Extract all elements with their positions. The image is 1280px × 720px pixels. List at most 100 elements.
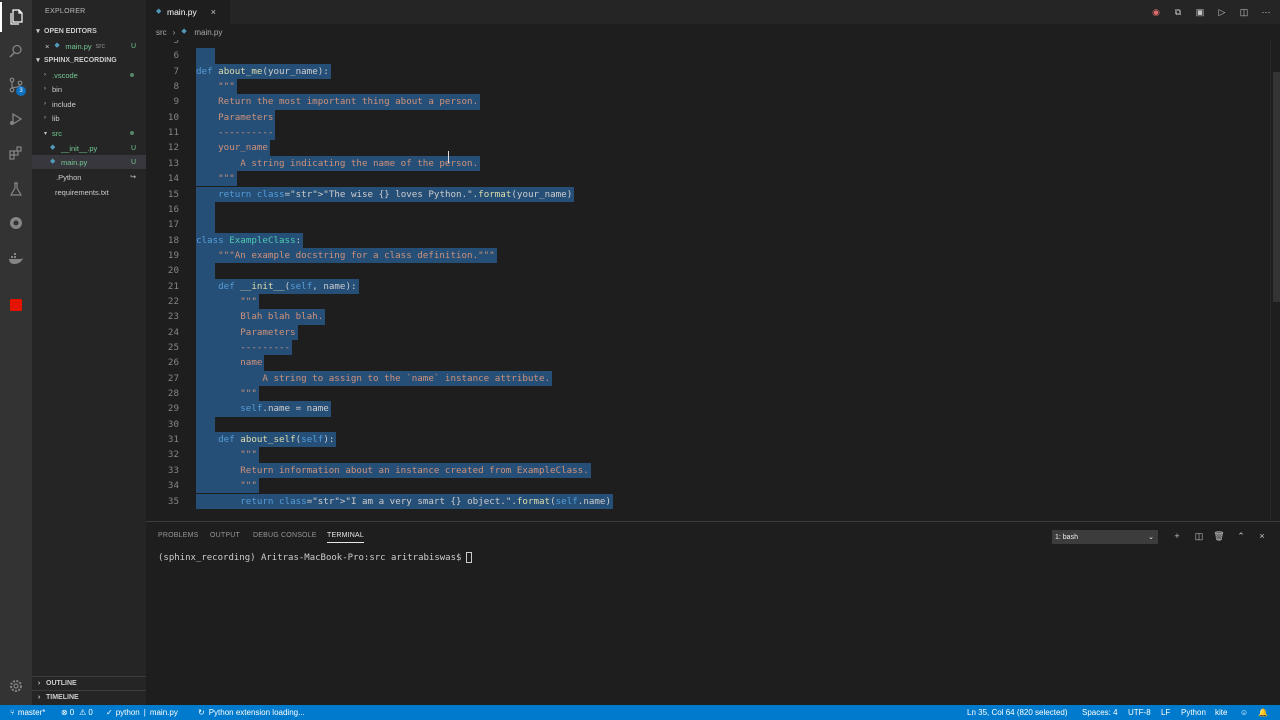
tab-problems[interactable]: PROBLEMS [158, 532, 199, 539]
source-control-icon[interactable]: 3 [0, 70, 32, 100]
preview-icon[interactable]: ▣ [1194, 6, 1206, 18]
split-editor-icon[interactable]: ◫ [1238, 6, 1250, 18]
tree-folder-vscode[interactable]: › .vscode [32, 68, 146, 82]
code-line[interactable]: 23 Blah blah blah. [146, 309, 1270, 325]
branch-indicator[interactable]: ⑂ master* [10, 705, 45, 720]
more-actions-icon[interactable]: ⋯ [1260, 6, 1272, 18]
remote-explorer-icon[interactable] [0, 208, 32, 238]
docker-icon[interactable] [0, 244, 32, 274]
code-line[interactable]: 9 Return the most important thing about … [146, 94, 1270, 110]
extension-loading[interactable]: ↻ Python extension loading... [198, 705, 305, 720]
tab-terminal[interactable]: TERMINAL [327, 532, 364, 543]
code-line[interactable]: 18 class ExampleClass: [146, 232, 1270, 248]
code-line[interactable]: 8 """ [146, 79, 1270, 95]
tree-file-main[interactable]: ◆ main.py U [32, 155, 146, 169]
new-terminal-icon[interactable]: + [1171, 530, 1183, 542]
breadcrumb-folder[interactable]: src [156, 28, 167, 37]
record-icon[interactable]: ◉ [1150, 6, 1162, 18]
open-editors-header[interactable]: ▾ OPEN EDITORS [32, 24, 146, 38]
close-panel-icon[interactable]: × [1256, 530, 1268, 542]
timeline-section[interactable]: › TIMELINE [32, 690, 146, 704]
code-line[interactable]: 16 [146, 201, 1270, 218]
code-line[interactable]: 34 """ [146, 478, 1270, 494]
code-line[interactable]: 35 return class="str">"I am a very smart… [146, 493, 1270, 509]
line-number: 9 [173, 96, 179, 108]
terminal-select[interactable]: 1: bash ⌄ [1052, 530, 1158, 544]
code-line[interactable]: 14 """ [146, 171, 1270, 187]
code-text: """ [196, 79, 237, 95]
interpreter-indicator[interactable]: ✓ python | main.py [106, 705, 178, 720]
code-line[interactable]: 27 A string to assign to the `name` inst… [146, 370, 1270, 387]
recording-stop-icon[interactable] [0, 290, 32, 320]
code-line[interactable]: 33 Return information about an instance … [146, 462, 1270, 479]
tree-folder-src[interactable]: ▾ src [32, 126, 146, 140]
problems-indicator[interactable]: ⊗ 0 ⚠ 0 [61, 705, 93, 720]
code-line[interactable]: 13 A string indicating the name of the p… [146, 155, 1270, 172]
code-line[interactable]: 31 def about_self(self): [146, 432, 1270, 448]
code-line[interactable]: 5 [146, 40, 1270, 48]
feedback-icon[interactable]: ☺ [1240, 705, 1248, 720]
code-line[interactable]: 12 your_name [146, 140, 1270, 156]
terminal-prompt-line[interactable]: (sphinx_recording) Aritras-MacBook-Pro:s… [158, 552, 473, 563]
run-file-icon[interactable]: ▷ [1216, 6, 1228, 18]
tree-file-init[interactable]: ◆ __init__.py U [32, 141, 146, 155]
code-line[interactable]: 30 [146, 416, 1270, 433]
outline-section[interactable]: › OUTLINE [32, 676, 146, 690]
chevron-down-icon: ▾ [36, 28, 40, 35]
split-terminal-icon[interactable]: ◫ [1193, 530, 1205, 542]
line-number: 31 [167, 434, 179, 446]
code-line[interactable]: 29 self.name = name [146, 401, 1270, 417]
tree-file-requirements[interactable]: requirements.txt [32, 185, 146, 199]
tree-folder-include[interactable]: › include [32, 97, 146, 111]
code-line[interactable]: 7 def about_me(your_name): [146, 63, 1270, 80]
indentation[interactable]: Spaces: 4 [1082, 705, 1118, 720]
chevron-right-icon: › [37, 694, 41, 701]
code-line[interactable]: 28 """ [146, 386, 1270, 402]
line-number: 5 [173, 40, 179, 46]
notifications-bell-icon[interactable]: 🔔 [1258, 705, 1268, 720]
run-debug-icon[interactable] [0, 104, 32, 134]
extensions-icon[interactable] [0, 138, 32, 168]
tree-folder-bin[interactable]: › bin [32, 82, 146, 96]
testing-flask-icon[interactable] [0, 174, 32, 204]
chevron-right-icon: › [37, 680, 41, 687]
cursor-position[interactable]: Ln 35, Col 64 (820 selected) [967, 705, 1068, 720]
code-line[interactable]: 22 """ [146, 293, 1270, 310]
open-editor-item[interactable]: × ◆ main.py src U [32, 39, 146, 53]
code-line[interactable]: 10 Parameters [146, 109, 1270, 126]
maximize-panel-icon[interactable]: ⌃ [1235, 530, 1247, 542]
project-header[interactable]: ▾ SPHINX_RECORDING [32, 53, 146, 67]
code-line[interactable]: 25 --------- [146, 340, 1270, 356]
code-line[interactable]: 32 """ [146, 447, 1270, 463]
code-line[interactable]: 11 ---------- [146, 125, 1270, 141]
code-line[interactable]: 20 [146, 263, 1270, 279]
tree-folder-lib[interactable]: › lib [32, 111, 146, 125]
line-number: 34 [167, 480, 179, 492]
code-line[interactable]: 24 Parameters [146, 324, 1270, 340]
open-changes-icon[interactable]: ⧉ [1172, 6, 1184, 18]
encoding[interactable]: UTF-8 [1128, 705, 1151, 720]
code-line[interactable]: 26 name [146, 355, 1270, 371]
breadcrumb-file[interactable]: main.py [194, 28, 222, 37]
code-editor[interactable]: 5 6 7 def about_me(your_name): 8 """ 9 Retu… [146, 40, 1270, 520]
search-icon[interactable] [0, 36, 32, 66]
tab-main-py[interactable]: ◆ main.py × [146, 0, 230, 24]
tree-file-python[interactable]: .Python ↪ [32, 170, 146, 184]
code-line[interactable]: 17 [146, 217, 1270, 233]
line-ending[interactable]: LF [1161, 705, 1170, 720]
explorer-icon[interactable] [0, 2, 32, 32]
tab-output[interactable]: OUTPUT [210, 532, 240, 539]
language-mode[interactable]: Python [1181, 705, 1206, 720]
trash-icon[interactable]: 🗑 [1213, 530, 1225, 542]
code-line[interactable]: 6 [146, 48, 1270, 64]
settings-gear-icon[interactable] [0, 671, 32, 701]
tab-debug-console[interactable]: DEBUG CONSOLE [253, 532, 317, 539]
close-icon[interactable]: × [45, 42, 49, 51]
code-line[interactable]: 15 return class="str">"The wise {} loves… [146, 186, 1270, 202]
code-text: """ [196, 447, 259, 463]
editor-scroll-thumb[interactable] [1273, 72, 1280, 302]
code-line[interactable]: 19 """An example docstring for a class d… [146, 247, 1270, 264]
code-line[interactable]: 21 def __init__(self, name): [146, 278, 1270, 294]
kite-status[interactable]: kite [1215, 705, 1227, 720]
close-icon[interactable]: × [211, 7, 216, 17]
